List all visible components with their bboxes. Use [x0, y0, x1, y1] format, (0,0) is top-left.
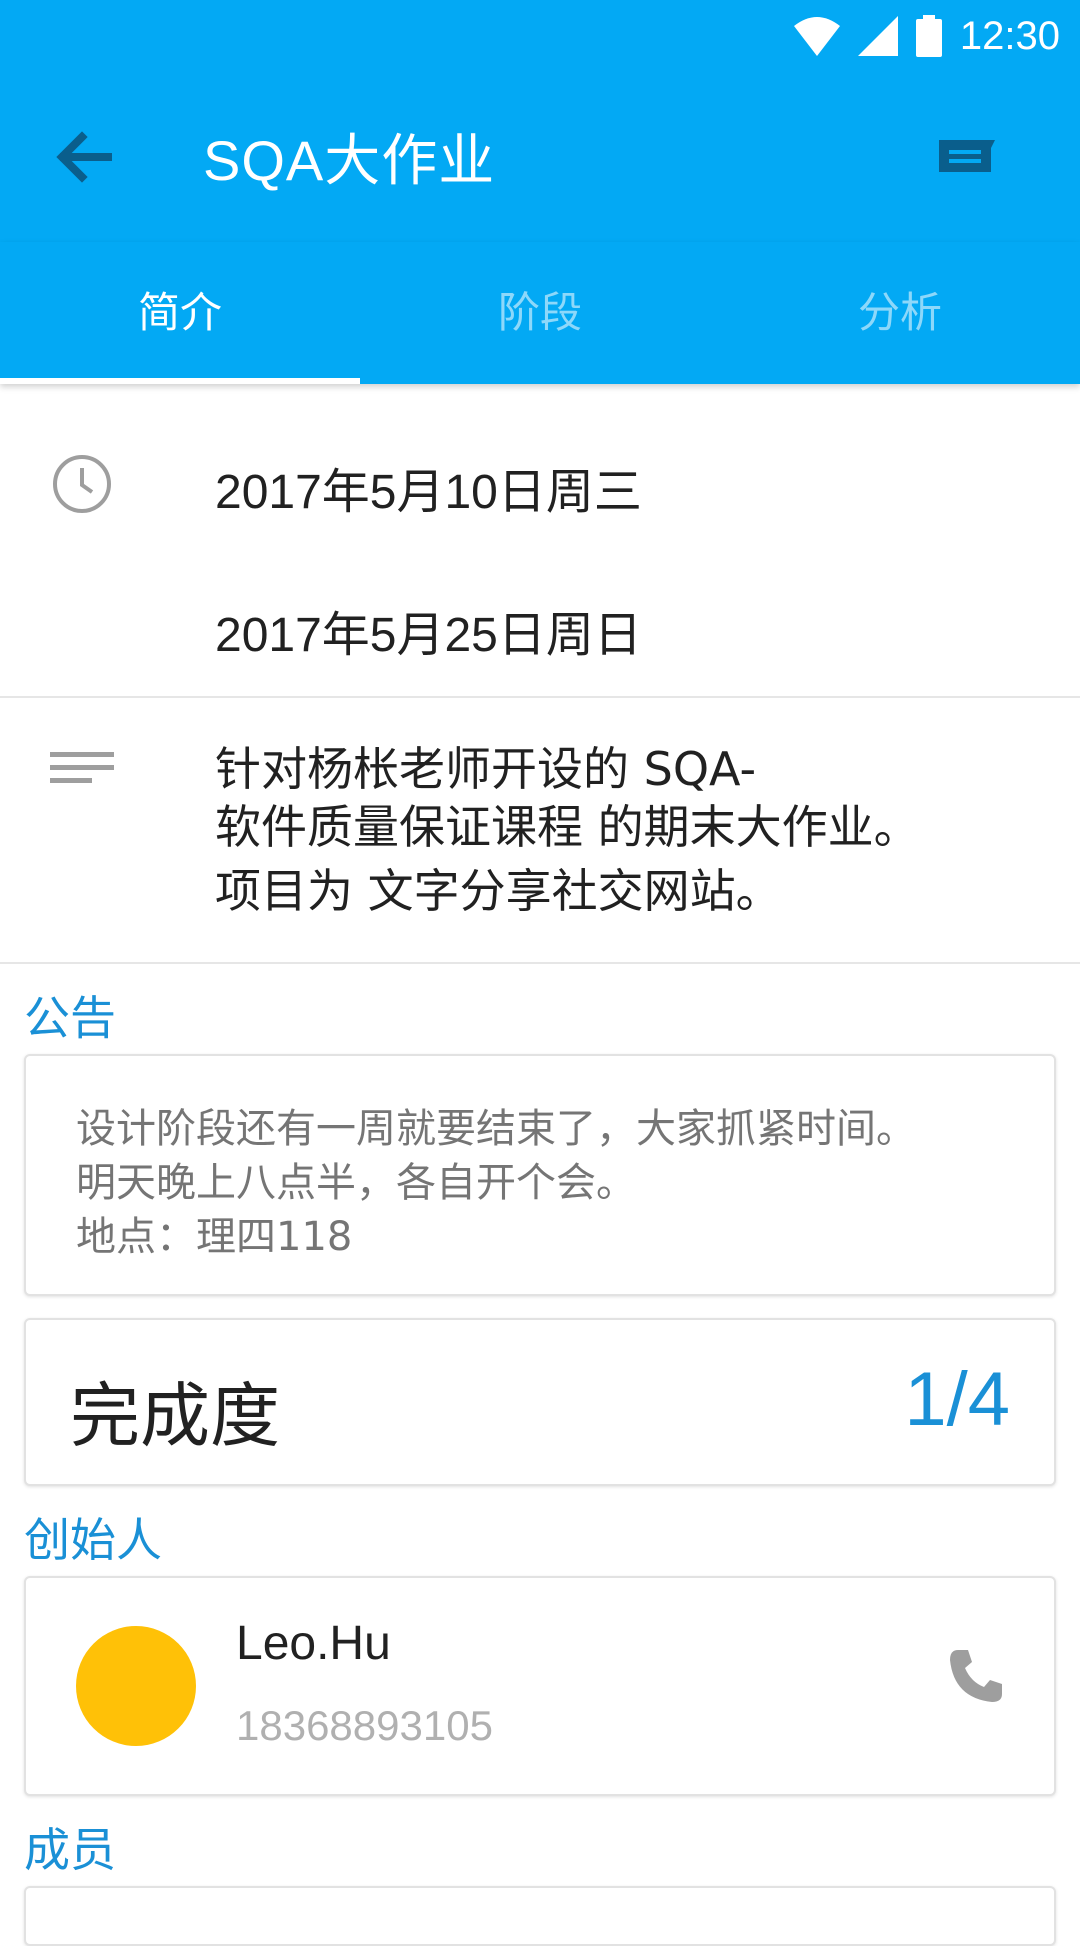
tab-stages[interactable]: 阶段: [360, 242, 720, 384]
status-time: 12:30: [959, 13, 1060, 58]
project-description: 针对杨枨老师开设的 SQA- 软件质量保证课程 的期末大作业。 项目为 文字分享…: [215, 740, 1035, 920]
progress-value: 1/4: [904, 1357, 1010, 1442]
progress-label: 完成度: [70, 1375, 280, 1457]
description-line: 针对杨枨老师开设的 SQA-: [215, 742, 757, 796]
members-card[interactable]: [24, 1886, 1056, 1946]
arrow-back-icon: [56, 131, 112, 183]
founder-name: Leo.Hu: [236, 1617, 391, 1670]
description-line: 软件质量保证课程 的期末大作业。: [215, 800, 920, 854]
members-section-label: 成员: [24, 1823, 116, 1877]
announcement-line: 设计阶段还有一周就要结束了，大家抓紧时间。: [76, 1106, 916, 1152]
announcement-card[interactable]: 设计阶段还有一周就要结束了，大家抓紧时间。 明天晚上八点半，各自开个会。 地点：…: [24, 1054, 1056, 1296]
phone-icon: [950, 1650, 1002, 1702]
message-button[interactable]: [935, 132, 1005, 192]
announcement-text: 设计阶段还有一周就要结束了，大家抓紧时间。 明天晚上八点半，各自开个会。 地点：…: [76, 1102, 1006, 1264]
battery-icon: [915, 15, 942, 57]
announcement-section-label: 公告: [24, 991, 116, 1045]
founder-phone: 18368893105: [236, 1702, 493, 1749]
progress-card[interactable]: 完成度 1/4: [24, 1318, 1056, 1486]
start-date[interactable]: 2017年5月10日周三: [215, 452, 642, 522]
founder-section-label: 创始人: [24, 1513, 162, 1567]
end-date[interactable]: 2017年5月25日周日: [215, 595, 642, 665]
signal-icon: [857, 16, 898, 56]
call-button[interactable]: [944, 1644, 1008, 1708]
clock-icon: [53, 455, 111, 513]
back-button[interactable]: [48, 122, 118, 192]
tab-analysis[interactable]: 分析: [720, 242, 1080, 384]
page-title: SQA大作业: [203, 129, 496, 192]
tab-bar: 简介 阶段 分析: [0, 242, 1080, 384]
avatar: [76, 1626, 196, 1746]
wifi-icon: [793, 17, 840, 56]
message-icon: [939, 140, 995, 172]
status-bar: 12:30: [0, 0, 1080, 72]
founder-card[interactable]: Leo.Hu 18368893105: [24, 1576, 1056, 1796]
divider: [0, 696, 1080, 698]
announcement-line: 明天晚上八点半，各自开个会。: [76, 1160, 636, 1206]
announcement-line: 地点：理四118: [76, 1214, 353, 1260]
divider: [0, 962, 1080, 964]
notes-icon: [50, 752, 114, 783]
app-bar: SQA大作业: [0, 72, 1080, 242]
description-line: 项目为 文字分享社交网站。: [215, 864, 782, 918]
tab-intro[interactable]: 简介: [0, 242, 360, 384]
